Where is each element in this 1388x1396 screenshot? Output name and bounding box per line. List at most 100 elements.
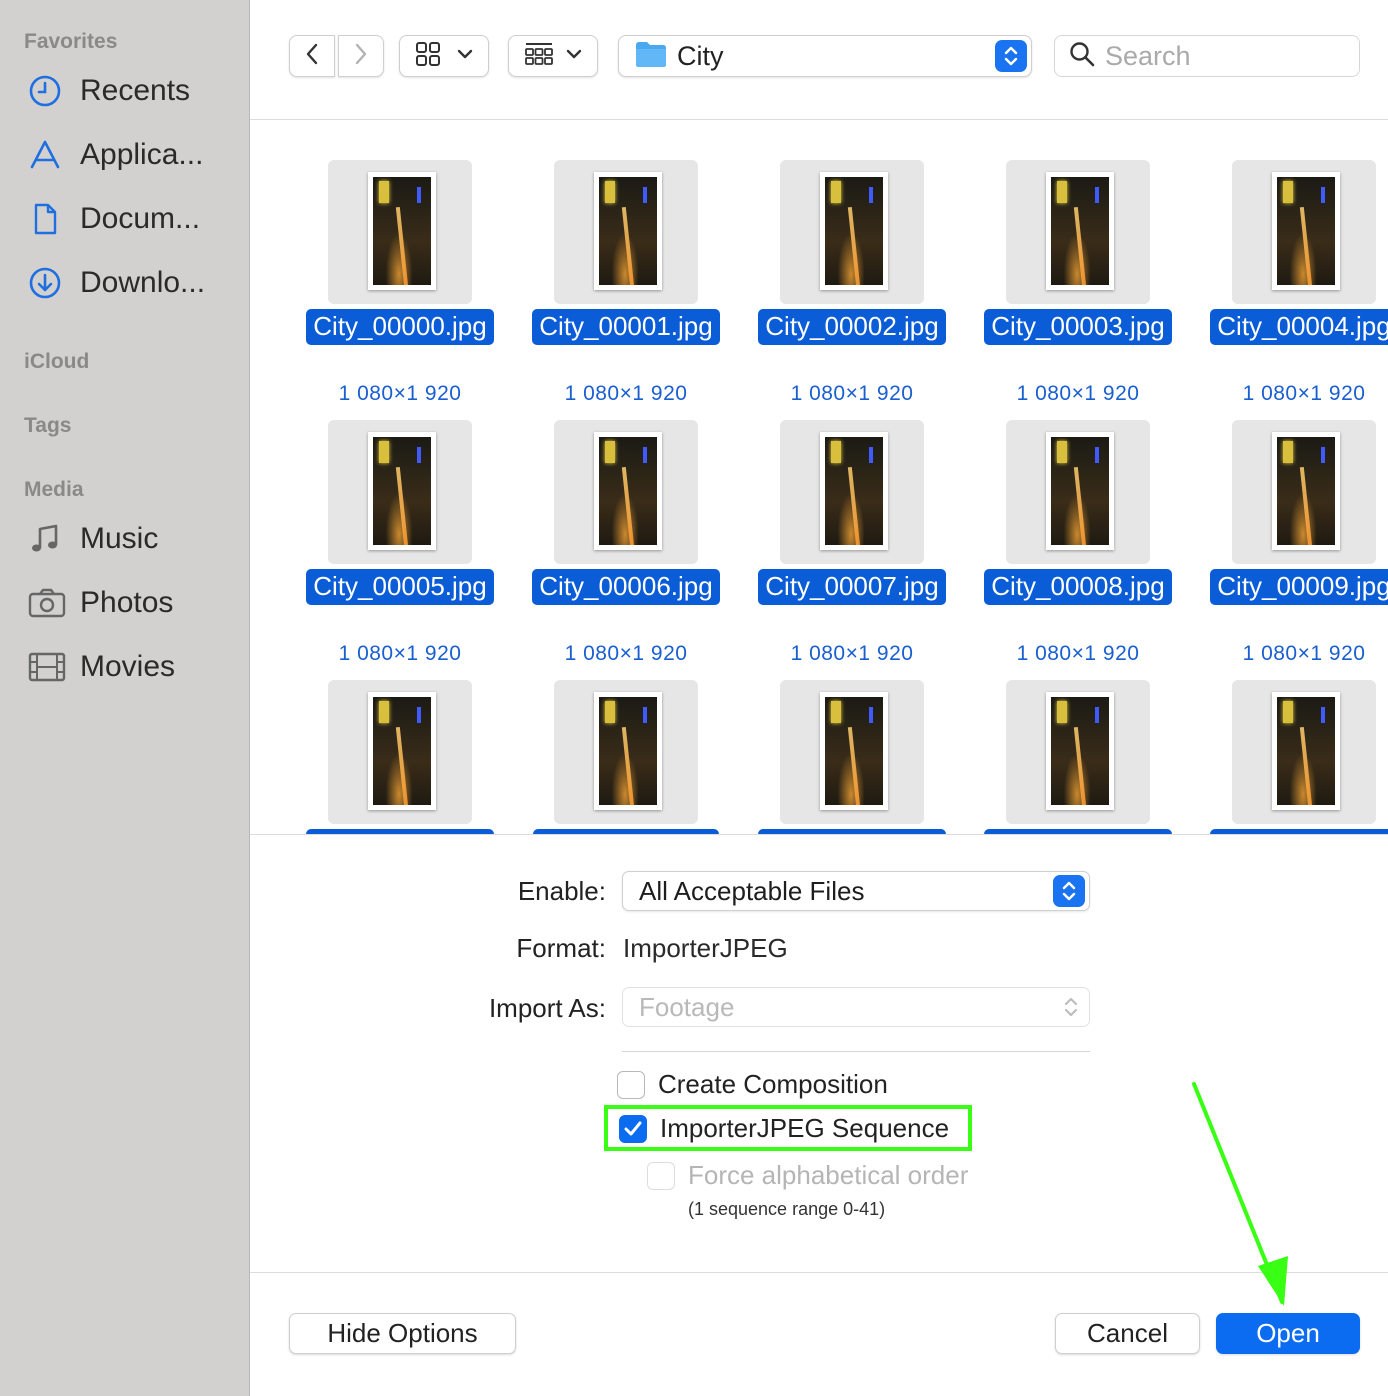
up-down-chevron-icon	[1063, 995, 1079, 1026]
chevron-down-icon	[566, 47, 582, 65]
file-item[interactable]: City_00007.jpg 1 080×1 920	[730, 420, 956, 665]
folder-icon	[635, 40, 667, 73]
file-thumbnail	[328, 420, 472, 564]
options-divider	[622, 1051, 1090, 1052]
enable-popup[interactable]: All Acceptable Files	[622, 871, 1090, 911]
file-item[interactable]: City_00006.jpg 1 080×1 920	[504, 420, 730, 665]
enable-value: All Acceptable Files	[639, 875, 865, 906]
sidebar-item-label: Recents	[80, 74, 191, 107]
sidebar-item-music[interactable]: Music	[28, 517, 238, 561]
file-name-clipped: City_00010.jpg	[306, 829, 494, 834]
create-composition-label: Create Composition	[658, 1069, 888, 1099]
cancel-button[interactable]: Cancel	[1055, 1313, 1200, 1354]
file-item[interactable]: City_00014.jpg	[1182, 680, 1388, 834]
file-name: City_00000.jpg	[306, 309, 494, 345]
grid-view-icon	[415, 41, 441, 72]
import-as-label: Import As:	[488, 993, 606, 1023]
file-name: City_00005.jpg	[306, 569, 494, 605]
search-input[interactable]	[1105, 40, 1335, 72]
location-popup[interactable]: City	[618, 35, 1032, 77]
file-name: City_00002.jpg	[758, 309, 946, 345]
file-item[interactable]: City_00008.jpg 1 080×1 920	[956, 420, 1182, 665]
annotation-arrow-icon	[1192, 1082, 1288, 1306]
sidebar-item-recents[interactable]: Recents	[28, 69, 238, 113]
sidebar-item-label: Photos	[80, 586, 174, 619]
clock-icon	[28, 73, 68, 109]
sidebar-item-label: Downlo...	[80, 266, 206, 299]
chevron-right-icon	[353, 42, 369, 71]
file-item[interactable]: City_00010.jpg	[278, 680, 504, 834]
file-name-clipped: City_00011.jpg	[533, 829, 719, 834]
file-item[interactable]: City_00009.jpg 1 080×1 920	[1182, 420, 1388, 665]
applications-icon	[28, 137, 68, 173]
file-dimensions: 1 080×1 920	[338, 642, 462, 665]
file-item[interactable]: City_00005.jpg 1 080×1 920	[278, 420, 504, 665]
enable-label: Enable:	[517, 876, 606, 906]
file-thumbnail	[554, 420, 698, 564]
format-label: Format:	[516, 933, 606, 963]
group-by-button[interactable]	[508, 35, 598, 77]
file-dimensions: 1 080×1 920	[1242, 382, 1366, 405]
sidebar-item-movies[interactable]: Movies	[28, 645, 238, 689]
sidebar-item-downloads[interactable]: Downlo...	[28, 261, 238, 305]
file-thumbnail	[328, 680, 472, 824]
file-dimensions: 1 080×1 920	[564, 382, 688, 405]
sidebar: Favorites Recents Applica... Docum... Do…	[0, 0, 250, 1396]
sidebar-section-tags[interactable]: Tags	[24, 414, 71, 438]
create-composition-checkbox[interactable]: Create Composition	[617, 1069, 888, 1100]
sidebar-item-photos[interactable]: Photos	[28, 581, 238, 625]
force-alphabetical-label: Force alphabetical order	[688, 1160, 969, 1190]
file-thumbnail	[1232, 160, 1376, 304]
checkbox-disabled	[647, 1161, 675, 1190]
checkbox-unchecked[interactable]	[617, 1070, 645, 1099]
sidebar-section-icloud[interactable]: iCloud	[24, 350, 89, 374]
checkmark-icon	[624, 1121, 642, 1135]
file-item[interactable]: City_00013.jpg	[956, 680, 1182, 834]
sequence-checkbox[interactable]: ImporterJPEG Sequence	[619, 1113, 949, 1144]
force-alphabetical-checkbox: Force alphabetical order	[647, 1160, 968, 1191]
file-name: City_00007.jpg	[758, 569, 946, 605]
up-down-chevron-icon	[1053, 875, 1085, 907]
file-dimensions: 1 080×1 920	[790, 642, 914, 665]
film-icon	[28, 649, 68, 685]
group-icon	[524, 41, 554, 72]
sidebar-item-label: Music	[80, 522, 159, 555]
file-thumbnail	[780, 420, 924, 564]
file-thumbnail	[780, 160, 924, 304]
camera-icon	[28, 585, 68, 621]
sequence-label: ImporterJPEG Sequence	[660, 1113, 950, 1143]
file-item[interactable]: City_00001.jpg 1 080×1 920	[504, 160, 730, 405]
hide-options-button[interactable]: Hide Options	[289, 1313, 516, 1354]
file-thumbnail	[554, 680, 698, 824]
search-field[interactable]	[1054, 35, 1360, 77]
file-dimensions: 1 080×1 920	[564, 642, 688, 665]
file-thumbnail	[1006, 680, 1150, 824]
file-dimensions: 1 080×1 920	[1016, 382, 1140, 405]
sidebar-section-media: Media	[24, 478, 84, 501]
file-thumbnail	[780, 680, 924, 824]
chevron-down-icon	[457, 47, 473, 65]
file-item[interactable]: City_00004.jpg 1 080×1 920	[1182, 160, 1388, 405]
file-dimensions: 1 080×1 920	[790, 382, 914, 405]
forward-button[interactable]	[338, 35, 384, 77]
document-icon	[28, 201, 68, 237]
open-button[interactable]: Open	[1216, 1313, 1360, 1354]
file-name: City_00001.jpg	[532, 309, 720, 345]
file-item[interactable]: City_00000.jpg 1 080×1 920	[278, 160, 504, 405]
sidebar-item-applications[interactable]: Applica...	[28, 133, 238, 177]
bottom-divider	[250, 1272, 1388, 1273]
sidebar-item-documents[interactable]: Docum...	[28, 197, 238, 241]
file-item[interactable]: City_00003.jpg 1 080×1 920	[956, 160, 1182, 405]
file-dimensions: 1 080×1 920	[338, 382, 462, 405]
chevron-left-icon	[304, 42, 320, 71]
view-mode-button[interactable]	[399, 35, 489, 77]
file-item[interactable]: City_00011.jpg	[504, 680, 730, 834]
file-name: City_00004.jpg	[1210, 309, 1388, 345]
file-thumbnail	[1232, 420, 1376, 564]
file-item[interactable]: City_00002.jpg 1 080×1 920	[730, 160, 956, 405]
checkbox-checked[interactable]	[619, 1114, 647, 1143]
main-panel: City City_00000.jpg 1 080×1 920 City_000…	[250, 0, 1388, 1396]
file-name: City_00008.jpg	[984, 569, 1172, 605]
back-button[interactable]	[289, 35, 335, 77]
file-item[interactable]: City_00012.jpg	[730, 680, 956, 834]
